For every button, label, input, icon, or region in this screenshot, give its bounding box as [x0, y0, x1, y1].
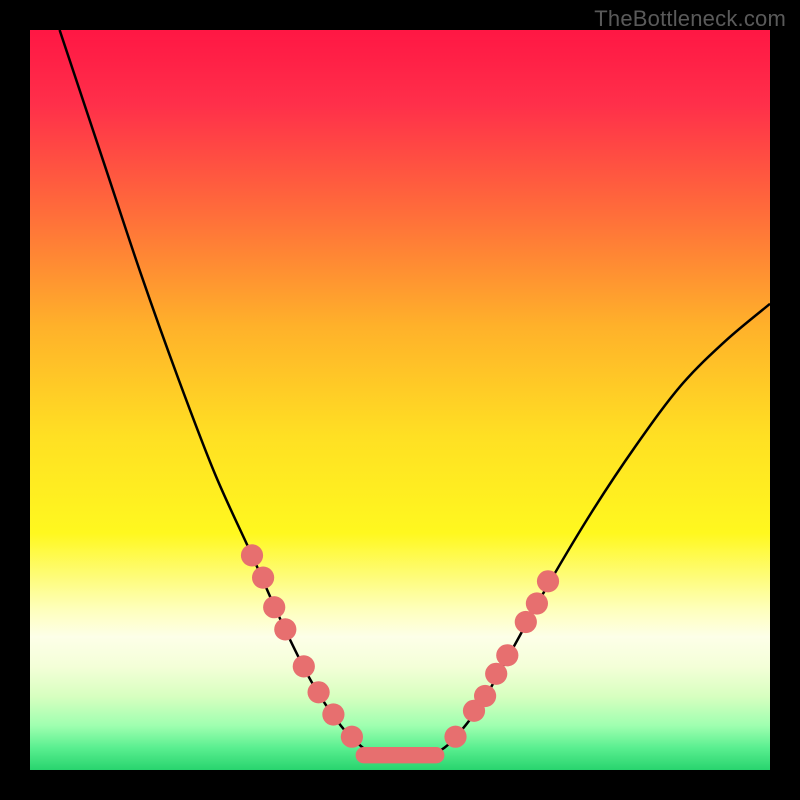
curve-marker	[293, 655, 315, 677]
curve-marker	[274, 618, 296, 640]
curve-marker	[537, 570, 559, 592]
plot-area	[30, 30, 770, 770]
curve-marker	[526, 592, 548, 614]
watermark-text: TheBottleneck.com	[594, 6, 786, 32]
optimal-zone-bar	[356, 747, 445, 763]
gradient-background	[30, 30, 770, 770]
curve-marker	[341, 726, 363, 748]
chart-svg	[30, 30, 770, 770]
curve-marker	[263, 596, 285, 618]
curve-marker	[444, 726, 466, 748]
curve-marker	[252, 567, 274, 589]
curve-marker	[515, 611, 537, 633]
curve-marker	[322, 703, 344, 725]
curve-marker	[308, 681, 330, 703]
curve-marker	[474, 685, 496, 707]
curve-marker	[485, 663, 507, 685]
curve-marker	[241, 544, 263, 566]
curve-marker	[496, 644, 518, 666]
